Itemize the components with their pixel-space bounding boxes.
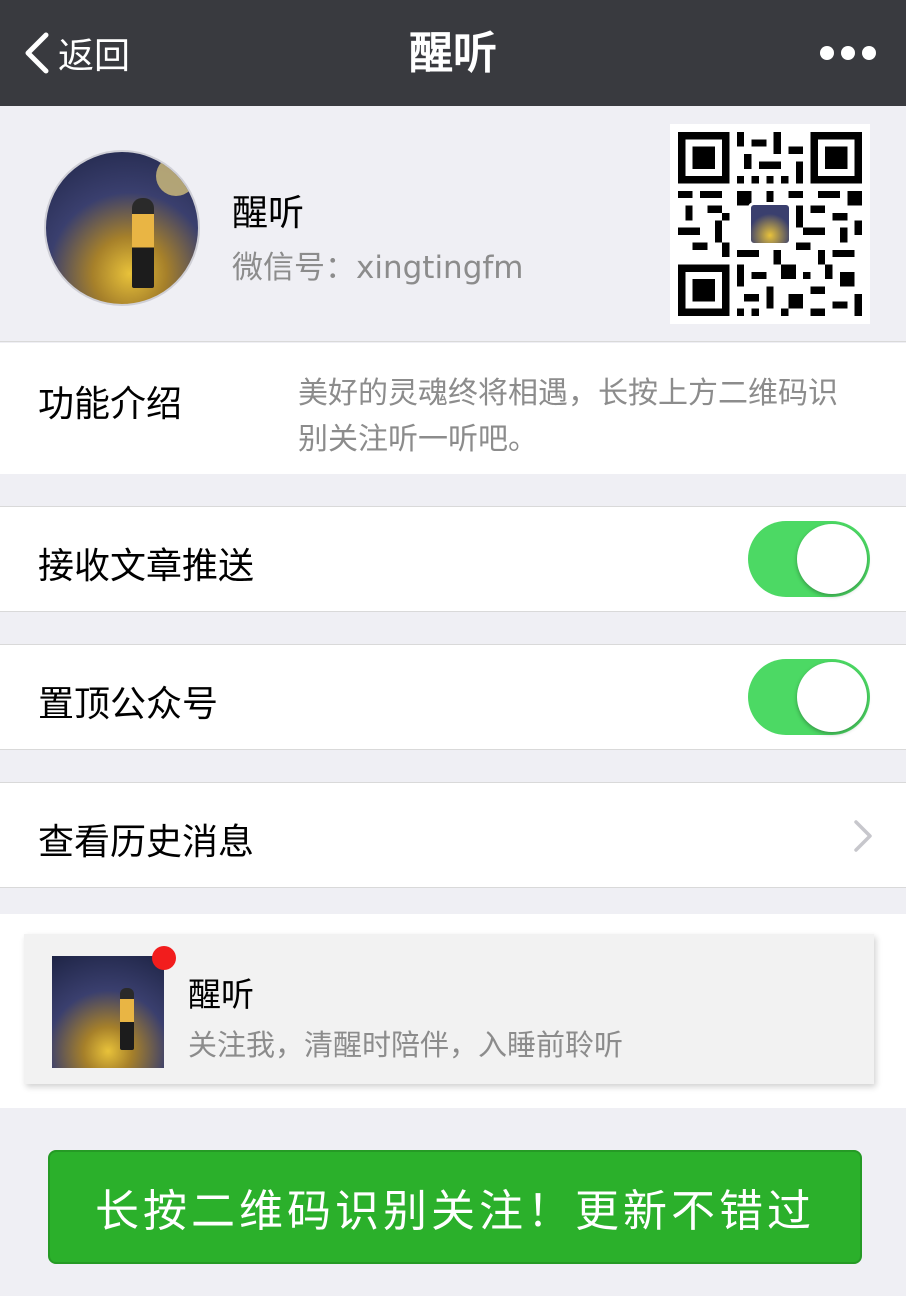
pin-top-toggle[interactable] — [748, 659, 870, 735]
intro-row: 功能介绍 美好的灵魂终将相遇，长按上方二维码识别关注听一听吧。 — [0, 343, 906, 474]
receive-push-label: 接收文章推送 — [38, 546, 255, 587]
avatar[interactable] — [44, 150, 200, 306]
receive-push-row: 接收文章推送 — [0, 506, 906, 612]
pin-top-label: 置顶公众号 — [38, 684, 219, 725]
account-name: 醒听 — [232, 193, 305, 234]
toggle-knob — [797, 524, 867, 594]
wechat-id: 微信号：xingtingfm — [232, 250, 524, 286]
profile-header: 醒听 微信号：xingtingfm — [0, 106, 906, 342]
navigation-bar: 返回 醒听 — [0, 0, 906, 106]
history-row[interactable]: 查看历史消息 — [0, 782, 906, 888]
intro-label: 功能介绍 — [38, 384, 183, 425]
qr-code[interactable] — [670, 124, 870, 324]
qr-logo — [748, 202, 792, 246]
toggle-knob — [797, 662, 867, 732]
receive-push-toggle[interactable] — [748, 521, 870, 597]
unread-badge — [152, 946, 176, 970]
article-card[interactable]: 醒听 关注我，清醒时陪伴，入睡前聆听 — [24, 934, 874, 1084]
card-description: 关注我，清醒时陪伴，入睡前聆听 — [188, 1028, 624, 1062]
chevron-right-icon — [854, 820, 872, 852]
intro-text: 美好的灵魂终将相遇，长按上方二维码识别关注听一听吧。 — [298, 376, 838, 457]
card-thumbnail — [52, 956, 164, 1068]
history-label: 查看历史消息 — [38, 822, 255, 863]
card-title: 醒听 — [188, 975, 254, 1014]
article-card-area: 醒听 关注我，清醒时陪伴，入睡前聆听 — [0, 914, 906, 1108]
follow-button[interactable]: 长按二维码识别关注！更新不错过 — [48, 1150, 862, 1264]
pin-top-row: 置顶公众号 — [0, 644, 906, 750]
more-dots-icon[interactable] — [820, 40, 876, 66]
page-title: 醒听 — [409, 28, 497, 79]
